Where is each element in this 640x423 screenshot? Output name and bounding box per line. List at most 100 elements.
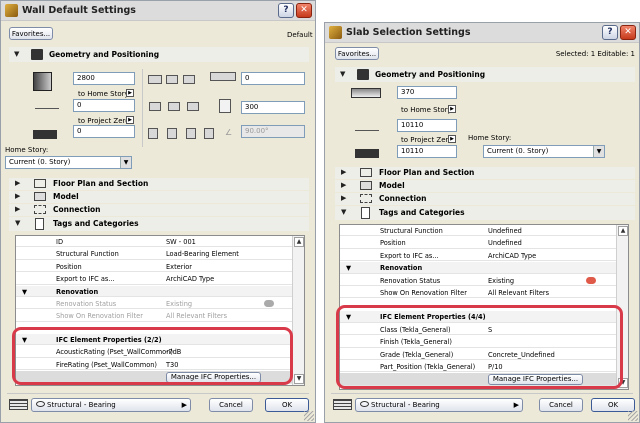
ok-button[interactable]: OK [265,398,309,412]
geometry-heading: Geometry and Positioning [375,70,486,79]
wall-type-trapezoid-icon [168,102,180,111]
to-project-zero-label: to Project Zero [401,136,453,144]
close-button[interactable]: ✕ [620,25,636,40]
table-row[interactable]: Show On Renovation Filter All Relevant Fi… [16,310,292,322]
table-row[interactable]: ID SW - 001 [16,236,292,248]
group-row[interactable]: ▼ Renovation [340,262,616,274]
dropdown-arrow-icon: ▼ [593,146,604,157]
wall-profile-icon[interactable] [204,128,214,139]
help-button[interactable]: ? [602,25,618,40]
resize-grip[interactable] [304,411,314,421]
table-row[interactable]: Structural Function Load-Bearing Element [16,248,292,260]
help-button[interactable]: ? [278,3,294,18]
panel-connection[interactable]: ▶ Connection [335,193,635,205]
scroll-up-icon[interactable]: ▲ [618,226,628,236]
elevation-field[interactable]: 10110 [397,145,457,158]
group-toggle-icon: ▼ [346,264,352,273]
mode-label: Default [287,31,313,39]
wall-slanted-icon[interactable] [167,128,177,139]
geometry-icon [31,49,43,60]
angle-icon: ∠ [225,128,233,137]
property-name: Show On Renovation Filter [380,289,467,297]
scroll-down-icon[interactable]: ▼ [294,374,304,384]
layer-icon [9,399,28,410]
home-story-value: Current (0. Story) [487,147,549,155]
chevron-right-icon: ▶ [513,401,519,409]
geometry-panel-header[interactable]: ▼ Geometry and Positioning [9,47,309,62]
to-home-story-arrow-icon[interactable]: ▶ [126,89,134,97]
resize-grip[interactable] [628,411,638,421]
offset-field[interactable]: 10110 [397,119,457,132]
renovation-status-icon [586,276,596,284]
panel-tags-categories[interactable]: ▼ Tags and Categories [9,217,309,231]
panel-model[interactable]: ▶ Model [9,191,309,203]
to-home-story-label: to Home Story [78,90,129,98]
wall-thickness-field[interactable]: 300 [241,101,305,114]
model-icon [34,192,46,201]
wall-height-field[interactable]: 2800 [73,72,135,85]
table-row[interactable]: Position Exterior [16,261,292,273]
property-name: Structural Function [56,250,119,259]
favorites-button[interactable]: Favorites... [9,27,53,40]
panel-label: Floor Plan and Section [53,179,149,188]
cancel-button[interactable]: Cancel [539,398,583,412]
panel-floor-plan[interactable]: ▶ Floor Plan and Section [335,167,635,179]
panel-label: Tags and Categories [379,208,465,217]
wall-top-link-icon [148,75,162,84]
table-row[interactable]: Structural Function Undefined [340,225,616,237]
base-offset-field[interactable]: 0 [73,99,135,112]
panel-floor-plan[interactable]: ▶ Floor Plan and Section [9,178,309,190]
wall-top-offset-field[interactable]: 0 [241,72,305,85]
geometry-panel-header[interactable]: ▼ Geometry and Positioning [335,67,635,82]
table-row[interactable]: Position Undefined [340,237,616,249]
home-story-select[interactable]: Current (0. Story) ▼ [483,145,605,158]
group-name: Renovation [380,264,423,273]
property-value: ArchiCAD Type [166,275,215,284]
group-row[interactable]: ▼ Renovation [16,285,292,297]
slab-thickness-icon [351,88,381,98]
title-bar[interactable]: Wall Default Settings ? ✕ [1,1,315,21]
wall-straight-icon[interactable] [148,128,158,139]
slab-selection-settings-dialog: Slab Selection Settings ? ✕ Favorites...… [324,22,640,423]
group-name: Renovation [56,287,99,296]
property-value: Exterior [166,262,192,271]
table-row[interactable]: Export to IFC as... ArchiCAD Type [16,273,292,285]
close-button[interactable]: ✕ [296,3,312,18]
slant-angle-field[interactable]: 90.00° [241,125,305,138]
ifc-properties-highlight [336,305,623,389]
scroll-up-icon[interactable]: ▲ [294,237,304,247]
slab-thickness-field[interactable]: 370 [397,86,457,99]
panel-tags-categories[interactable]: ▼ Tags and Categories [335,206,635,220]
elevation-field[interactable]: 0 [73,125,135,138]
layer-selector[interactable]: Structural - Bearing ▶ [355,398,523,412]
model-icon [360,181,372,190]
chevron-right-icon: ▶ [181,401,187,409]
panel-connection[interactable]: ▶ Connection [9,204,309,216]
table-row[interactable]: Show On Renovation Filter All Relevant Fi… [340,287,616,299]
favorites-button[interactable]: Favorites... [335,47,379,60]
to-project-zero-arrow-icon[interactable]: ▶ [126,116,134,124]
ok-button[interactable]: OK [591,398,635,412]
table-row[interactable]: Renovation Status Existing [340,275,616,286]
cancel-button[interactable]: Cancel [209,398,253,412]
table-row[interactable]: Export to IFC as... ArchiCAD Type [340,250,616,262]
wall-arrow-icon [166,75,178,84]
layer-selector[interactable]: Structural - Bearing ▶ [31,398,191,412]
dialog-title: Wall Default Settings [22,5,136,16]
property-value: ArchiCAD Type [488,251,537,260]
wall-type-straight-icon [149,102,161,111]
collapsed-arrow-icon: ▶ [341,181,347,189]
to-project-zero-arrow-icon[interactable]: ▶ [448,135,456,143]
panel-model[interactable]: ▶ Model [335,180,635,192]
expanded-arrow-icon: ▼ [341,208,347,216]
to-home-story-arrow-icon[interactable]: ▶ [448,105,456,113]
panel-label: Connection [379,194,427,203]
properties-scrollbar[interactable]: ▲ ▼ [292,236,304,385]
home-story-value: Current (0. Story) [9,158,71,166]
home-story-select[interactable]: Current (0. Story) ▼ [5,156,132,169]
dropdown-arrow-icon: ▼ [120,157,131,168]
collapsed-arrow-icon: ▶ [341,194,347,202]
title-bar[interactable]: Slab Selection Settings ? ✕ [325,23,639,43]
wall-double-slanted-icon[interactable] [186,128,196,139]
table-row[interactable]: Renovation Status Existing [16,298,292,310]
